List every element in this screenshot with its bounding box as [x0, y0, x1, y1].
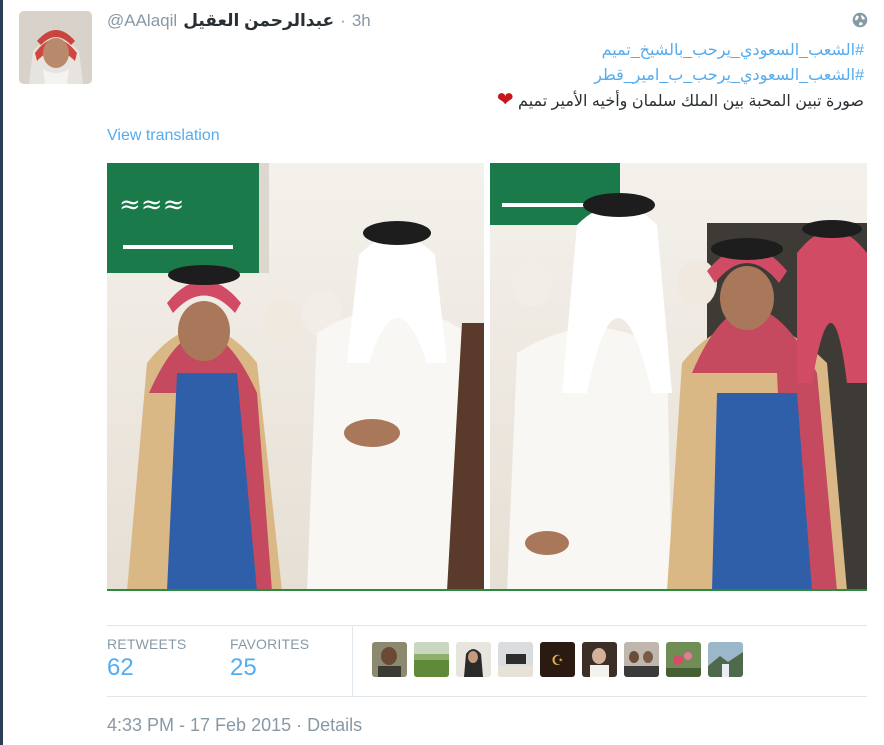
- user-avatar[interactable]: [582, 642, 617, 677]
- window-edge: [0, 0, 3, 745]
- retweets-stat[interactable]: RETWEETS 62: [107, 636, 186, 682]
- favorites-stat[interactable]: FAVORITES 25: [230, 636, 309, 682]
- svg-text:☪: ☪: [551, 653, 564, 669]
- author-handle[interactable]: @AAlaqil: [107, 11, 177, 31]
- user-avatar[interactable]: [414, 642, 449, 677]
- user-avatar[interactable]: [708, 642, 743, 677]
- user-avatar[interactable]: [456, 642, 491, 677]
- tweet-time[interactable]: 3h: [352, 11, 371, 31]
- tweet-text: #الشعب_السعودي_يرحب_بالشيخ_تميم #الشعب_ا…: [244, 38, 864, 114]
- tweet-header: @AAlaqil عبدالرحمن العقيل · 3h: [107, 9, 864, 33]
- favorites-label: FAVORITES: [230, 636, 310, 652]
- tweet-body: صورة تبين المحبة بين الملك سلمان وأخيه ا…: [244, 88, 864, 114]
- retweets-count: 62: [107, 654, 134, 681]
- author-avatar[interactable]: [19, 11, 92, 84]
- favorites-count: 25: [230, 654, 257, 681]
- retweets-label: RETWEETS: [107, 636, 187, 652]
- user-avatar[interactable]: [666, 642, 701, 677]
- user-avatar[interactable]: ☪: [540, 642, 575, 677]
- hashtag-link[interactable]: #الشعب_السعودي_يرحب_ب_امير_قطر: [244, 63, 864, 88]
- user-avatar[interactable]: [372, 642, 407, 677]
- tweet-timestamp[interactable]: 4:33 PM - 17 Feb 2015: [107, 715, 291, 735]
- user-avatar[interactable]: [498, 642, 533, 677]
- globe-icon: [852, 12, 868, 28]
- hashtag-link[interactable]: #الشعب_السعودي_يرحب_بالشيخ_تميم: [244, 38, 864, 63]
- tweet-stats: RETWEETS 62 FAVORITES 25 ☪: [107, 625, 867, 697]
- footer-separator: ·: [296, 715, 303, 735]
- header-separator: ·: [340, 11, 346, 30]
- tweet-body-text: صورة تبين المحبة بين الملك سلمان وأخيه ا…: [518, 93, 864, 110]
- user-avatar[interactable]: [624, 642, 659, 677]
- tweet-photo[interactable]: ≈≈≈: [107, 163, 867, 591]
- favoriter-avatars: ☪: [372, 642, 743, 677]
- tweet-footer: 4:33 PM - 17 Feb 2015 · Details: [107, 715, 362, 736]
- author-display-name[interactable]: عبدالرحمن العقيل: [183, 11, 334, 31]
- view-translation-link[interactable]: View translation: [107, 127, 220, 145]
- svg-text:≈≈≈: ≈≈≈: [119, 190, 184, 220]
- stats-divider: [352, 626, 353, 696]
- details-link[interactable]: Details: [307, 715, 362, 735]
- heart-emoji-icon: ❤: [496, 89, 514, 111]
